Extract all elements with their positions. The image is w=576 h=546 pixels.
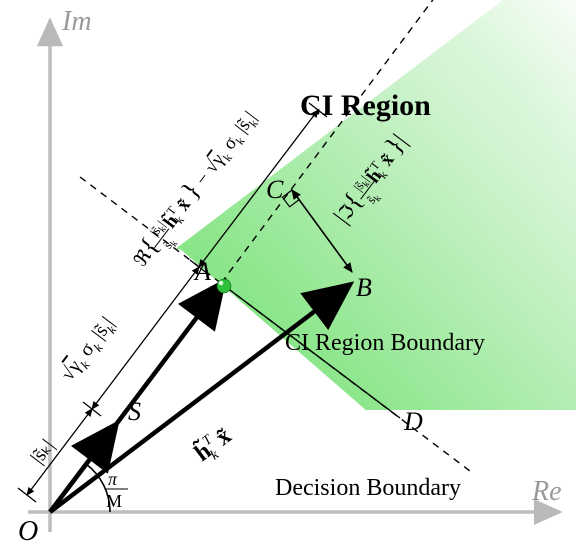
label-D: D — [403, 407, 423, 436]
axis-label-im: Im — [61, 6, 92, 37]
label-sqrt-term: √γk σk |s̃k| — [56, 313, 121, 388]
origin-label: O — [18, 516, 38, 546]
label-sk: |s̃ₖ| — [26, 435, 58, 468]
label-S: S — [128, 397, 141, 426]
svg-text:|s̃ₖ|: |s̃ₖ| — [26, 435, 58, 468]
svg-text:M: M — [106, 491, 122, 511]
ci-boundary-label: CI Region Boundary — [285, 330, 485, 356]
svg-text:π: π — [108, 469, 118, 489]
svg-text:h̃Tk x̃: h̃Tk x̃ — [189, 422, 240, 471]
point-A-marker — [217, 279, 231, 293]
label-B: B — [356, 273, 372, 302]
label-C: C — [266, 175, 284, 204]
diagram-canvas: Im Re O — [0, 0, 576, 546]
ci-region-title: CI Region — [300, 89, 431, 122]
label-hx: h̃Tk x̃ — [189, 422, 240, 471]
angle-label: π M — [105, 469, 128, 511]
label-A: A — [193, 257, 211, 286]
point-A-highlight — [219, 281, 224, 286]
decision-boundary-label: Decision Boundary — [275, 475, 461, 501]
svg-text:√γk σk |s̃k|: √γk σk |s̃k| — [56, 313, 121, 388]
